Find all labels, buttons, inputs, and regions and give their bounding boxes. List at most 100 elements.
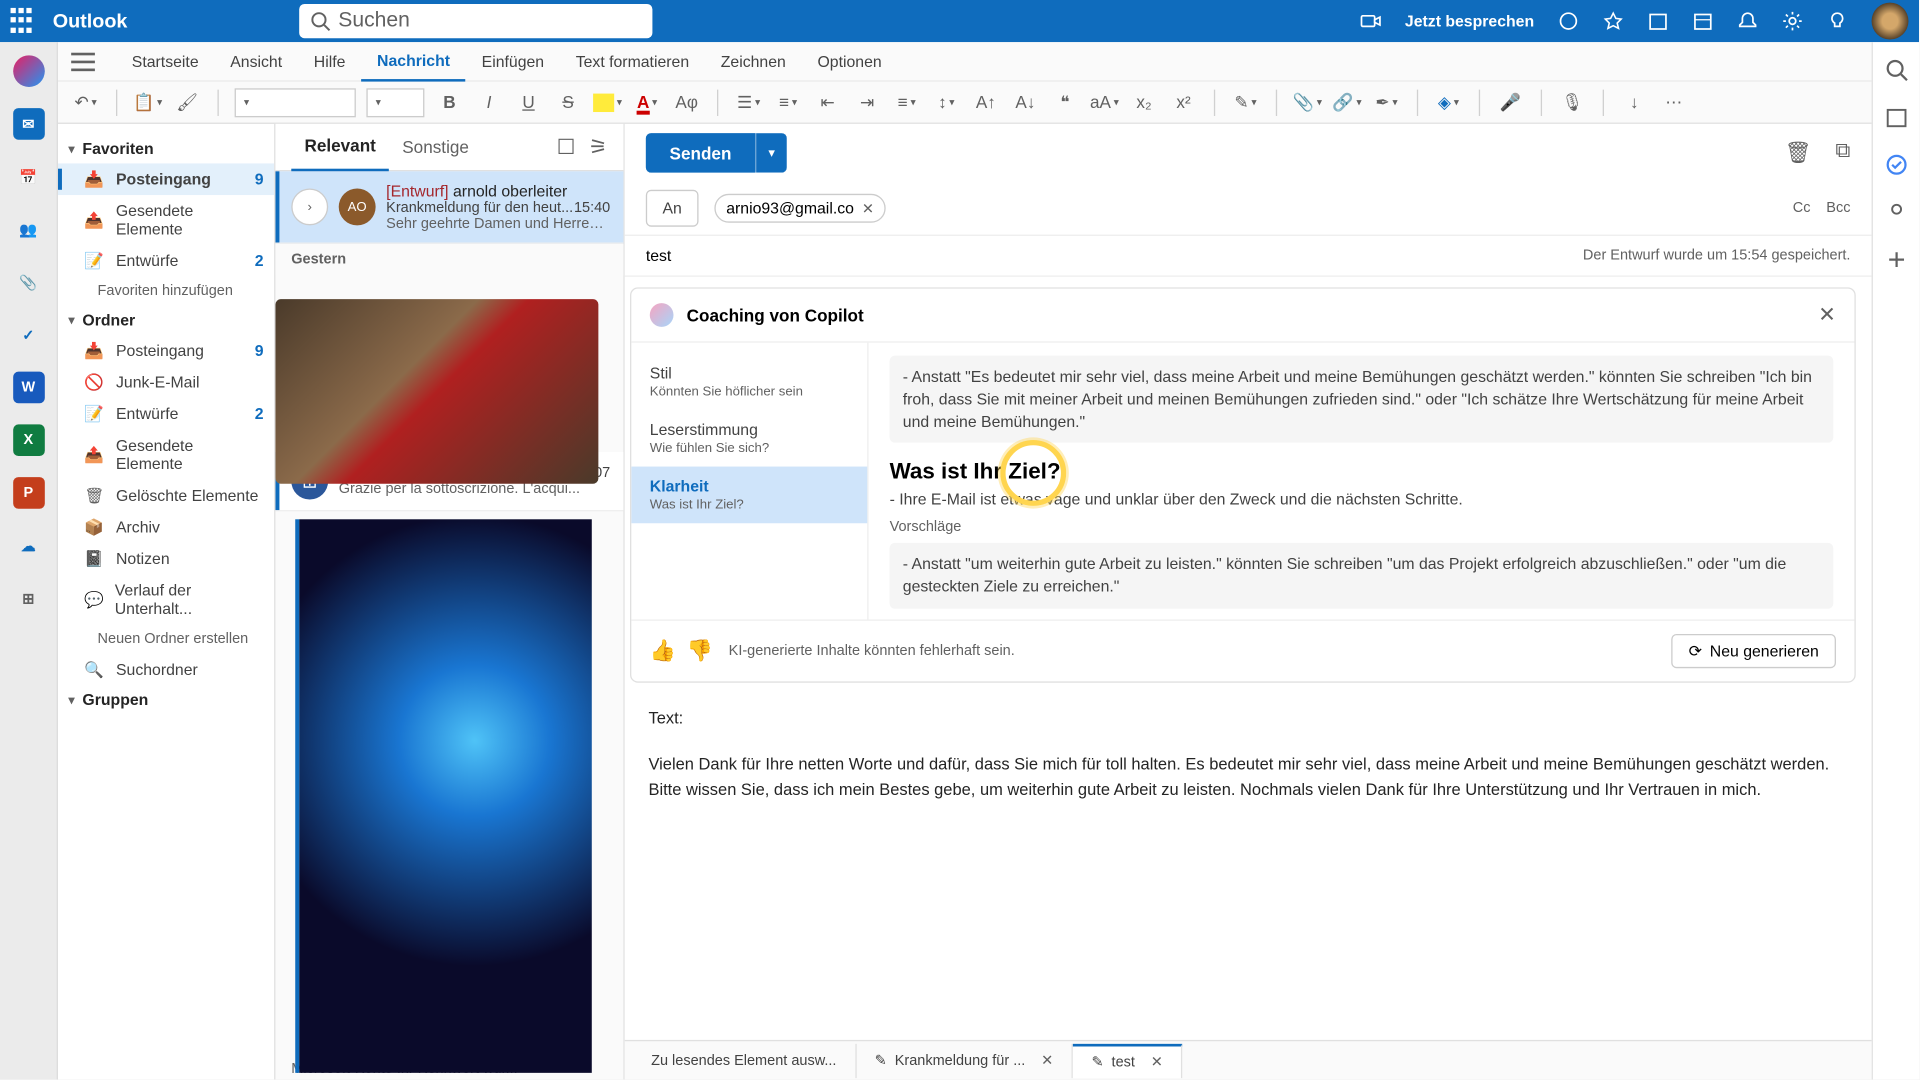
video-icon[interactable] — [1360, 11, 1381, 32]
spacing-button[interactable]: ↕ — [932, 88, 961, 117]
copilot-ribbon-button[interactable]: ◈ — [1434, 88, 1463, 117]
to-field-label[interactable]: An — [646, 190, 699, 227]
download-button[interactable]: ↓ — [1620, 88, 1649, 117]
meet-now-button[interactable]: Jetzt besprechen — [1405, 12, 1534, 30]
bold-button[interactable]: B — [435, 88, 464, 117]
draft-tab-1[interactable]: ✎Krankmeldung für ...✕ — [856, 1043, 1073, 1077]
teams-icon[interactable] — [1558, 11, 1579, 32]
undo-button[interactable]: ↶ — [71, 88, 100, 117]
popout-icon[interactable]: ⧉ — [1835, 140, 1850, 166]
account-avatar[interactable] — [1872, 3, 1909, 40]
regenerate-button[interactable]: ⟳ Neu generieren — [1671, 634, 1835, 668]
folder-deleted[interactable]: 🗑Gelöschte Elemente — [58, 480, 274, 512]
signature-button[interactable]: ✒ — [1372, 88, 1401, 117]
recipient-chip[interactable]: arnio93@gmail.co ✕ — [714, 194, 886, 223]
my-day-icon[interactable] — [1692, 11, 1713, 32]
folder-notes[interactable]: 📓Notizen — [58, 543, 274, 575]
close-panel-icon[interactable]: ✕ — [1818, 302, 1836, 328]
highlight-button[interactable] — [593, 88, 622, 117]
folder-junk[interactable]: 🚫Junk-E-Mail — [58, 366, 274, 398]
word-app-icon[interactable]: W — [13, 372, 45, 404]
dictate-button[interactable]: 🎤 — [1496, 88, 1525, 117]
copilot-app-icon[interactable] — [13, 55, 45, 87]
other-tab[interactable]: Sonstige — [389, 123, 482, 170]
cc-button[interactable]: Cc — [1793, 200, 1811, 216]
quote-button[interactable]: ❝ — [1050, 88, 1079, 117]
draft-tab-2[interactable]: ✎test✕ — [1073, 1043, 1183, 1077]
copilot-option-klarheit[interactable]: Klarheit Was ist Ihr Ziel? — [631, 467, 867, 524]
tab-optionen[interactable]: Optionen — [802, 42, 898, 82]
paste-button[interactable]: 📋 — [133, 88, 162, 117]
send-button[interactable]: Senden — [646, 133, 755, 173]
more-apps-icon[interactable]: ⊞ — [13, 583, 45, 615]
folder-sent[interactable]: 📤Gesendete Elemente — [58, 195, 274, 245]
strikethrough-button[interactable]: S — [554, 88, 583, 117]
todo-app-icon[interactable]: ✓ — [13, 319, 45, 351]
copilot-option-leserstimmung[interactable]: Leserstimmung Wie fühlen Sie sich? — [631, 410, 867, 467]
tab-startseite[interactable]: Startseite — [116, 42, 214, 82]
message-item[interactable]: › AO [Entwurf] arnold oberleiter Krankme… — [275, 171, 623, 243]
hamburger-icon[interactable] — [71, 52, 95, 70]
folder-archive[interactable]: 📦Archiv — [58, 511, 274, 543]
align-button[interactable]: ≡ — [892, 88, 921, 117]
indent-button[interactable]: ⇥ — [853, 88, 882, 117]
search-rail-icon[interactable] — [1884, 58, 1908, 82]
delete-draft-icon[interactable]: 🗑 — [1785, 140, 1812, 166]
focused-tab[interactable]: Relevant — [291, 123, 389, 170]
thumbs-down-icon[interactable]: 👎 — [687, 638, 713, 664]
files-app-icon[interactable]: 📎 — [13, 266, 45, 298]
copilot-option-stil[interactable]: Stil Könnten Sie höflicher sein — [631, 353, 867, 410]
folder-search[interactable]: 🔍Suchordner — [58, 654, 274, 686]
task-rail-icon[interactable] — [1884, 153, 1908, 177]
format-painter-button[interactable]: 🖌 — [173, 88, 202, 117]
decrease-font-button[interactable]: A↓ — [1011, 88, 1040, 117]
favorites-section[interactable]: Favoriten — [58, 134, 274, 163]
thumbs-up-icon[interactable]: 👍 — [650, 638, 676, 664]
tab-text-formatieren[interactable]: Text formatieren — [560, 42, 705, 82]
increase-font-button[interactable]: A↑ — [971, 88, 1000, 117]
tab-zeichnen[interactable]: Zeichnen — [705, 42, 802, 82]
search-input[interactable]: Suchen — [299, 4, 652, 38]
folder-drafts[interactable]: 📝Entwürfe2 — [58, 245, 274, 277]
tab-hilfe[interactable]: Hilfe — [298, 42, 361, 82]
people-app-icon[interactable]: 👥 — [13, 214, 45, 246]
remove-recipient-icon[interactable]: ✕ — [862, 200, 874, 217]
folder-sent-2[interactable]: 📤Gesendete Elemente — [58, 430, 274, 480]
tab-ansicht[interactable]: Ansicht — [214, 42, 298, 82]
outdent-button[interactable]: ⇤ — [813, 88, 842, 117]
groups-section[interactable]: Gruppen — [58, 685, 274, 714]
subscript-button[interactable]: x₂ — [1130, 88, 1159, 117]
link-button[interactable]: 🔗 — [1332, 88, 1361, 117]
change-case-button[interactable]: aA — [1090, 88, 1119, 117]
font-family-select[interactable] — [235, 88, 356, 117]
calendar-day-icon[interactable] — [1648, 11, 1669, 32]
subject-input[interactable]: test — [646, 246, 671, 264]
premium-icon[interactable] — [1603, 11, 1624, 32]
more-ribbon-button[interactable]: ⋯ — [1659, 88, 1688, 117]
calendar-app-icon[interactable]: 📅 — [13, 161, 45, 193]
excel-app-icon[interactable]: X — [13, 424, 45, 456]
powerpoint-app-icon[interactable]: P — [13, 477, 45, 509]
superscript-button[interactable]: x² — [1169, 88, 1198, 117]
clear-format-button[interactable]: Aφ — [672, 88, 701, 117]
tips-icon[interactable] — [1827, 11, 1848, 32]
bullets-button[interactable]: ☰ — [734, 88, 763, 117]
onedrive-app-icon[interactable]: ☁ — [13, 530, 45, 562]
new-folder-link[interactable]: Neuen Ordner erstellen — [58, 625, 274, 654]
tab-nachricht[interactable]: Nachricht — [361, 42, 466, 82]
bcc-button[interactable]: Bcc — [1826, 200, 1850, 216]
folder-drafts-2[interactable]: 📝Entwürfe2 — [58, 398, 274, 430]
email-body[interactable]: Vielen Dank für Ihre netten Worte und da… — [648, 752, 1847, 801]
font-color-button[interactable]: A — [633, 88, 662, 117]
attach-button[interactable]: 📎 — [1293, 88, 1322, 117]
add-rail-icon[interactable] — [1884, 248, 1908, 272]
send-options-button[interactable]: ▾ — [755, 133, 787, 173]
close-tab-icon[interactable]: ✕ — [1041, 1052, 1053, 1069]
select-all-icon[interactable]: ☐ — [557, 134, 576, 160]
add-favorite-link[interactable]: Favoriten hinzufügen — [58, 277, 274, 306]
italic-button[interactable]: I — [474, 88, 503, 117]
notifications-icon[interactable] — [1737, 11, 1758, 32]
folder-inbox[interactable]: 📥Posteingang9 — [58, 163, 274, 195]
settings-icon[interactable] — [1782, 11, 1803, 32]
folders-section[interactable]: Ordner — [58, 306, 274, 335]
